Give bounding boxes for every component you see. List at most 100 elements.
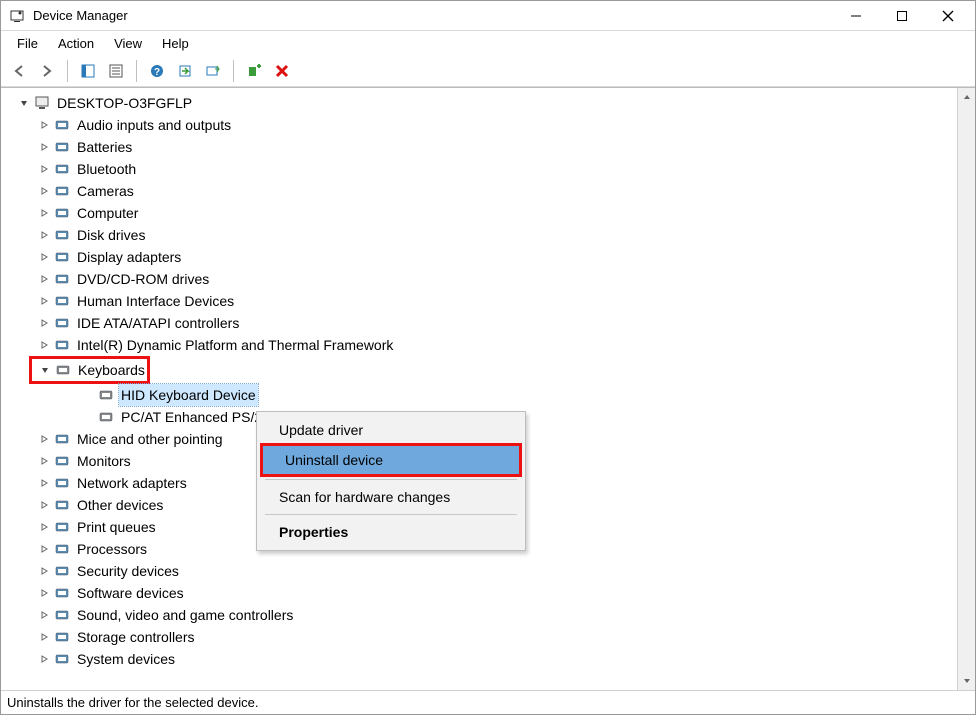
tree-node[interactable]: Software devices [5,582,957,604]
maximize-button[interactable] [879,1,925,31]
tree-node[interactable]: Bluetooth [5,158,957,180]
properties-button[interactable] [104,59,128,83]
tree-node-label: Storage controllers [75,626,197,648]
tree-node-label: Audio inputs and outputs [75,114,233,136]
chevron-right-icon[interactable] [37,608,51,622]
tree-node[interactable]: Security devices [5,560,957,582]
scan-button[interactable] [173,59,197,83]
tree-node-label: DVD/CD-ROM drives [75,268,211,290]
context-menu: Update driverUninstall device Scan for ha… [256,411,526,551]
chevron-right-icon[interactable] [37,630,51,644]
forward-button[interactable] [35,59,59,83]
menu-help[interactable]: Help [152,34,199,53]
toolbar-separator [136,60,137,82]
window-title: Device Manager [33,8,833,23]
chevron-right-icon[interactable] [37,206,51,220]
device-category-icon [53,139,71,155]
back-button[interactable] [7,59,31,83]
chevron-right-icon[interactable] [37,498,51,512]
scroll-up-button[interactable] [958,88,975,106]
device-tree[interactable]: DESKTOP-O3FGFLPAudio inputs and outputsB… [1,88,957,690]
chevron-down-icon[interactable] [38,363,52,377]
tree-node[interactable]: IDE ATA/ATAPI controllers [5,312,957,334]
scroll-down-button[interactable] [958,672,975,690]
show-hide-tree-button[interactable] [76,59,100,83]
tree-root-label: DESKTOP-O3FGFLP [55,92,194,114]
tree-node-label: Intel(R) Dynamic Platform and Thermal Fr… [75,334,395,356]
device-category-icon [53,227,71,243]
menu-file[interactable]: File [7,34,48,53]
vertical-scrollbar[interactable] [957,88,975,690]
chevron-right-icon[interactable] [37,586,51,600]
chevron-right-icon[interactable] [37,476,51,490]
chevron-right-icon[interactable] [37,316,51,330]
context-menu-item[interactable]: Uninstall device [260,443,522,477]
chevron-right-icon[interactable] [37,520,51,534]
tree-node[interactable]: DVD/CD-ROM drives [5,268,957,290]
chevron-down-icon[interactable] [17,96,31,110]
tree-node[interactable]: Computer [5,202,957,224]
device-category-icon [53,519,71,535]
chevron-right-icon[interactable] [37,140,51,154]
chevron-right-icon[interactable] [37,184,51,198]
device-category-icon [53,585,71,601]
titlebar: Device Manager [1,1,975,31]
context-menu-item[interactable]: Update driver [257,416,525,444]
chevron-right-icon[interactable] [37,652,51,666]
chevron-right-icon[interactable] [37,454,51,468]
tree-node[interactable]: Human Interface Devices [5,290,957,312]
context-menu-item[interactable]: Properties [257,518,525,546]
tree-node[interactable]: System devices [5,648,957,670]
tree-node[interactable]: Disk drives [5,224,957,246]
chevron-right-icon[interactable] [37,564,51,578]
menu-view[interactable]: View [104,34,152,53]
chevron-right-icon[interactable] [37,338,51,352]
add-device-button[interactable] [242,59,266,83]
device-category-icon [53,161,71,177]
device-category-icon [53,431,71,447]
menu-action[interactable]: Action [48,34,104,53]
uninstall-button[interactable] [270,59,294,83]
chevron-right-icon[interactable] [37,118,51,132]
chevron-right-icon[interactable] [37,228,51,242]
status-text: Uninstalls the driver for the selected d… [7,695,258,710]
svg-text:?: ? [154,67,160,78]
tree-node-label: Network adapters [75,472,189,494]
minimize-button[interactable] [833,1,879,31]
device-category-icon [53,475,71,491]
tree-node[interactable]: Sound, video and game controllers [5,604,957,626]
tree-node[interactable]: Batteries [5,136,957,158]
tree-node-label: Human Interface Devices [75,290,236,312]
close-button[interactable] [925,1,971,31]
device-category-icon [53,205,71,221]
tree-node[interactable]: Storage controllers [5,626,957,648]
device-category-icon [53,271,71,287]
chevron-right-icon[interactable] [37,294,51,308]
menubar: File Action View Help [1,31,975,55]
update-button[interactable] [201,59,225,83]
tree-node-label: Mice and other pointing [75,428,225,450]
tree-node-label: Software devices [75,582,186,604]
tree-child-node[interactable]: HID Keyboard Device [5,384,957,406]
tree-node[interactable]: Intel(R) Dynamic Platform and Thermal Fr… [5,334,957,356]
tree-node-label: Display adapters [75,246,183,268]
tree-node-label: IDE ATA/ATAPI controllers [75,312,241,334]
tree-child-label: HID Keyboard Device [119,384,258,406]
chevron-right-icon[interactable] [37,162,51,176]
tree-node-label: Security devices [75,560,181,582]
expander-none [81,388,95,402]
chevron-right-icon[interactable] [37,432,51,446]
context-menu-item[interactable]: Scan for hardware changes [257,483,525,511]
chevron-right-icon[interactable] [37,250,51,264]
tree-node[interactable]: Audio inputs and outputs [5,114,957,136]
chevron-right-icon[interactable] [37,542,51,556]
tree-child-label: PC/AT Enhanced PS/2 [119,406,264,428]
help-button[interactable]: ? [145,59,169,83]
tree-node-label: Bluetooth [75,158,138,180]
tree-root[interactable]: DESKTOP-O3FGFLP [5,92,957,114]
tree-node[interactable]: Display adapters [5,246,957,268]
tree-node-label: Cameras [75,180,136,202]
tree-node[interactable]: Cameras [5,180,957,202]
tree-node-keyboards[interactable]: Keyboards [32,359,147,381]
chevron-right-icon[interactable] [37,272,51,286]
